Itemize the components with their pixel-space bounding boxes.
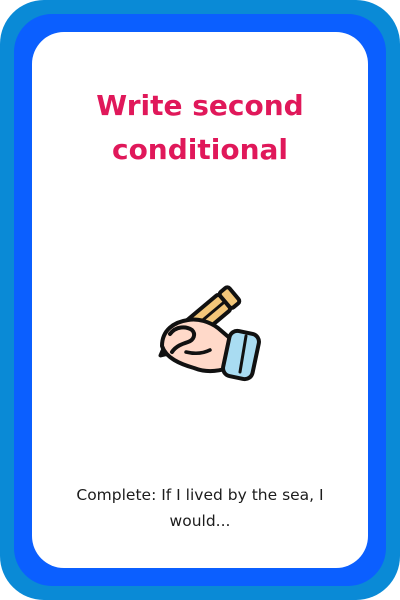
task-card: Write second conditional Complete: If I …	[32, 32, 368, 568]
card-prompt-text: Complete: If I lived by the sea, I would…	[76, 486, 324, 530]
hand-writing-with-pencil-icon	[132, 268, 266, 402]
card-outer-frame: Write second conditional Complete: If I …	[0, 0, 400, 600]
card-title: Write second conditional	[96, 89, 304, 166]
